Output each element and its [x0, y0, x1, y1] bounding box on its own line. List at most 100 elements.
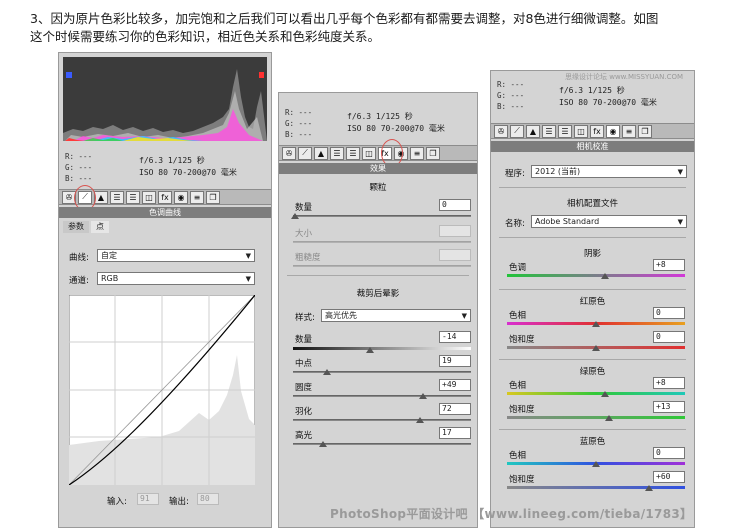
grain-amount-thumb[interactable]: [291, 213, 299, 219]
camera-calibration-panel: R: --- G: --- B: --- f/6.3 1/125 秒 ISO 8…: [490, 70, 695, 528]
roundness-field[interactable]: +49: [439, 379, 471, 391]
red-hue-field[interactable]: 0: [653, 307, 685, 319]
exposure-info: f/6.3 1/125 秒: [139, 156, 205, 165]
rgb-readout: R: --- G: --- B: ---: [285, 107, 312, 140]
green-hue-field[interactable]: +8: [653, 377, 685, 389]
blue-saturation-field[interactable]: +60: [653, 471, 685, 483]
channel-select[interactable]: RGB ▼: [97, 272, 255, 285]
split-toning-icon[interactable]: ☰: [126, 190, 140, 204]
output-label: 输出:: [169, 497, 189, 507]
vignette-amount-thumb[interactable]: [366, 347, 374, 353]
effects-icon[interactable]: fx: [158, 190, 172, 204]
feather-thumb[interactable]: [416, 417, 424, 423]
vignette-amount-slider[interactable]: [293, 347, 471, 350]
chevron-down-icon: ▼: [245, 275, 251, 283]
basic-aperture-icon[interactable]: ✇: [494, 124, 508, 138]
input-field[interactable]: 91: [137, 493, 159, 505]
curve-select[interactable]: 自定 ▼: [97, 249, 255, 262]
green-saturation-thumb[interactable]: [605, 415, 613, 421]
roundness-slider[interactable]: [293, 395, 471, 397]
profile-section-title: 相机配置文件: [566, 199, 618, 209]
divider: [499, 289, 686, 290]
split-toning-icon[interactable]: ☰: [346, 146, 360, 160]
grain-amount-label: 数量: [295, 203, 313, 213]
green-readout: G: ---: [285, 119, 313, 128]
feather-field[interactable]: 72: [439, 403, 471, 415]
output-field[interactable]: 80: [197, 493, 219, 505]
grain-amount-field[interactable]: 0: [439, 199, 471, 211]
midpoint-slider[interactable]: [293, 371, 471, 373]
green-saturation-slider[interactable]: [507, 416, 685, 419]
curve-tabs: 参数 点: [63, 221, 109, 233]
presets-icon[interactable]: ≡: [410, 146, 424, 160]
presets-icon[interactable]: ≡: [622, 124, 636, 138]
red-primary-section-title: 红原色: [579, 297, 606, 307]
lens-corrections-icon[interactable]: ◫: [142, 190, 156, 204]
tone-curve-icon[interactable]: ⟋: [298, 146, 312, 160]
highlights-field[interactable]: 17: [439, 427, 471, 439]
shadows-tint-thumb[interactable]: [601, 273, 609, 279]
blue-hue-thumb[interactable]: [592, 461, 600, 467]
lens-corrections-icon[interactable]: ◫: [574, 124, 588, 138]
process-value: 2012 (当前): [535, 167, 581, 176]
feather-label: 羽化: [295, 407, 313, 417]
divider: [499, 237, 686, 238]
snapshots-icon[interactable]: ❐: [426, 146, 440, 160]
grain-size-slider: [293, 241, 471, 243]
split-toning-icon[interactable]: ☰: [558, 124, 572, 138]
curve-label: 曲线:: [69, 253, 89, 263]
chevron-down-icon: ▼: [245, 252, 251, 260]
presets-icon[interactable]: ≡: [190, 190, 204, 204]
highlights-thumb[interactable]: [319, 441, 327, 447]
red-saturation-thumb[interactable]: [592, 345, 600, 351]
blue-saturation-slider[interactable]: [507, 486, 685, 489]
midpoint-field[interactable]: 19: [439, 355, 471, 367]
green-hue-slider[interactable]: [507, 392, 685, 395]
tab-parametric[interactable]: 参数: [63, 221, 89, 233]
tone-curve-icon[interactable]: ⟋: [510, 124, 524, 138]
tone-curve-panel: R: --- G: --- B: --- f/6.3 1/125 秒 ISO 8…: [58, 52, 272, 528]
detail-icon[interactable]: ▲: [94, 190, 108, 204]
intro-text: 3、因为原片色彩比较多，加完饱和之后我们可以看出几乎每个色彩都有都需要去调整，对…: [30, 10, 740, 46]
divider: [499, 429, 686, 430]
camera-calibration-icon[interactable]: ◉: [174, 190, 188, 204]
midpoint-thumb[interactable]: [323, 369, 331, 375]
vignette-style-select[interactable]: 高光优先 ▼: [321, 309, 471, 322]
shadows-tint-field[interactable]: +8: [653, 259, 685, 271]
camera-calibration-icon[interactable]: ◉: [606, 124, 620, 138]
detail-icon[interactable]: ▲: [314, 146, 328, 160]
shadows-tint-label: 色调: [509, 263, 527, 273]
feather-slider[interactable]: [293, 419, 471, 421]
process-select[interactable]: 2012 (当前) ▼: [531, 165, 687, 178]
snapshots-icon[interactable]: ❐: [206, 190, 220, 204]
vignette-style-value: 高光优先: [325, 311, 357, 320]
red-saturation-field[interactable]: 0: [653, 331, 685, 343]
grain-amount-slider[interactable]: [293, 215, 471, 217]
green-hue-thumb[interactable]: [601, 391, 609, 397]
hsl-icon[interactable]: ☰: [110, 190, 124, 204]
curve-graph[interactable]: [69, 295, 255, 485]
roundness-thumb[interactable]: [419, 393, 427, 399]
grain-section-title: 颗粒: [369, 183, 387, 193]
profile-name-value: Adobe Standard: [535, 217, 600, 226]
profile-name-label: 名称:: [505, 219, 525, 229]
basic-aperture-icon[interactable]: ✇: [282, 146, 296, 160]
rgb-readout: R: --- G: --- B: ---: [497, 79, 524, 112]
shadows-tint-slider[interactable]: [507, 274, 685, 277]
green-saturation-field[interactable]: +13: [653, 401, 685, 413]
lens-corrections-icon[interactable]: ◫: [362, 146, 376, 160]
detail-icon[interactable]: ▲: [526, 124, 540, 138]
blue-hue-field[interactable]: 0: [653, 447, 685, 459]
blue-saturation-thumb[interactable]: [645, 485, 653, 491]
effects-icon[interactable]: fx: [590, 124, 604, 138]
hsl-icon[interactable]: ☰: [330, 146, 344, 160]
blue-readout: B: ---: [65, 174, 93, 183]
red-hue-thumb[interactable]: [592, 321, 600, 327]
snapshots-icon[interactable]: ❐: [638, 124, 652, 138]
green-readout: G: ---: [65, 163, 93, 172]
tab-point[interactable]: 点: [91, 221, 109, 233]
profile-name-select[interactable]: Adobe Standard ▼: [531, 215, 687, 228]
red-hue-label: 色相: [509, 311, 527, 321]
hsl-icon[interactable]: ☰: [542, 124, 556, 138]
vignette-amount-field[interactable]: -14: [439, 331, 471, 343]
